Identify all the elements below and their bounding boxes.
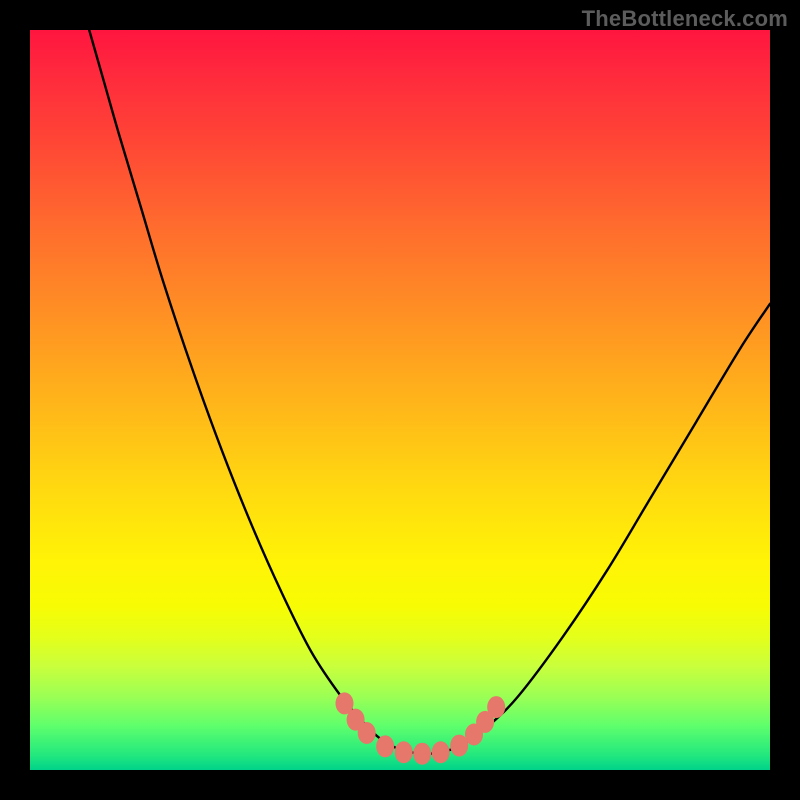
chart-frame: TheBottleneck.com (0, 0, 800, 800)
curve-marker (487, 696, 505, 718)
curve-marker (358, 722, 376, 744)
curve-marker (413, 743, 431, 765)
bottleneck-curve (89, 30, 770, 754)
watermark-text: TheBottleneck.com (582, 6, 788, 32)
curve-svg (30, 30, 770, 770)
curve-marker (395, 741, 413, 763)
curve-markers (336, 692, 506, 764)
curve-marker (376, 735, 394, 757)
plot-area (30, 30, 770, 770)
curve-marker (432, 741, 450, 763)
